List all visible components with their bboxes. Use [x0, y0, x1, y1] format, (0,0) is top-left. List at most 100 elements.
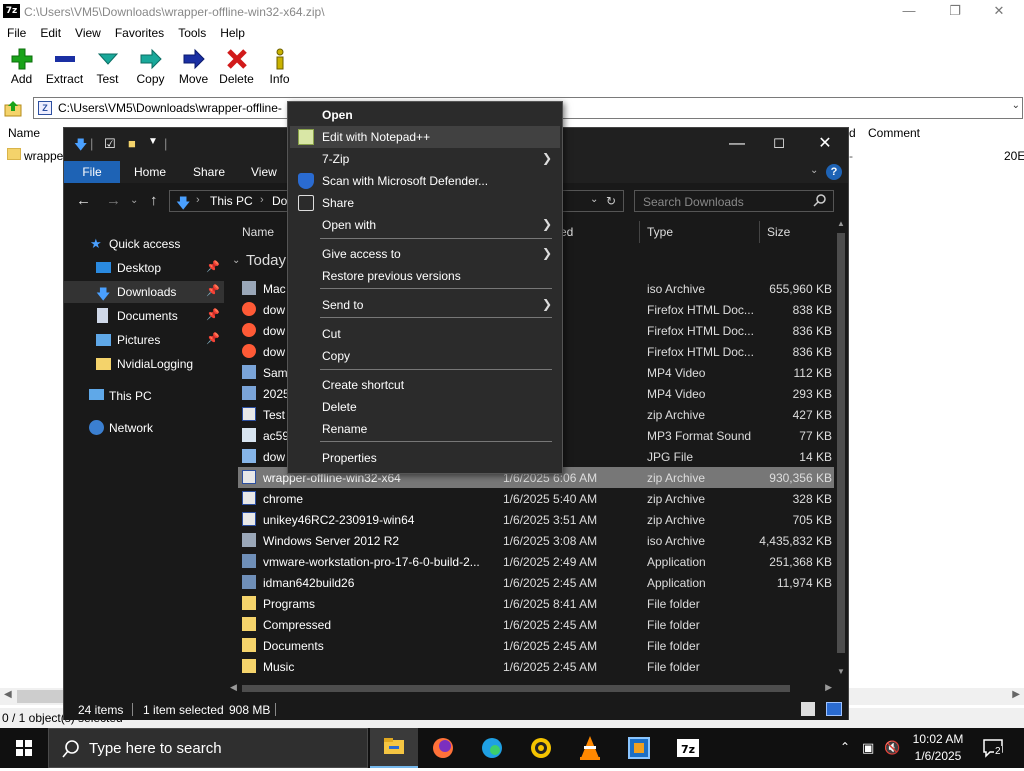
menu-item-restore-previous-versions[interactable]: Restore previous versions [290, 265, 560, 287]
column-fragment[interactable]: d [849, 126, 856, 140]
delete-button[interactable]: Delete [215, 44, 258, 92]
scroll-down-icon[interactable]: ▼ [837, 667, 845, 676]
up-folder-icon[interactable] [4, 99, 22, 117]
taskbar-firefox[interactable] [419, 728, 467, 768]
extract-button[interactable]: Extract [43, 44, 86, 92]
scroll-up-icon[interactable]: ▲ [837, 219, 845, 228]
scroll-right-icon[interactable]: ▶ [825, 682, 832, 693]
7zip-title-bar[interactable]: 7z C:\Users\VM5\Downloads\wrapper-offlin… [0, 0, 1024, 24]
column-divider[interactable] [639, 221, 640, 243]
breadcrumb-this-pc[interactable]: This PC [210, 194, 253, 208]
menu-item-share[interactable]: Share [290, 192, 560, 214]
menu-item-scan-with-microsoft-defender[interactable]: Scan with Microsoft Defender... [290, 170, 560, 192]
menu-help[interactable]: Help [213, 24, 252, 42]
large-icons-view-icon[interactable] [826, 702, 842, 716]
taskbar-app-circle[interactable] [517, 728, 565, 768]
taskbar-virtualbox[interactable] [615, 728, 663, 768]
sidebar-item-network[interactable]: Network [64, 417, 224, 439]
menu-item-rename[interactable]: Rename [290, 418, 560, 440]
menu-item-create-shortcut[interactable]: Create shortcut [290, 374, 560, 396]
sidebar-item-quick-access[interactable]: ★ Quick access [64, 233, 224, 255]
start-button[interactable] [0, 728, 48, 768]
explorer-search-input[interactable]: Search Downloads [634, 190, 834, 212]
column-comment[interactable]: Comment [868, 126, 920, 140]
table-row[interactable]: Windows Server 2012 R2 1/6/2025 3:08 AM is… [238, 530, 836, 551]
restore-button[interactable]: ❐ [932, 0, 978, 24]
recent-dropdown-icon[interactable]: ⌄ [130, 195, 138, 206]
table-row[interactable]: Music 1/6/2025 2:45 AM File folder [238, 656, 836, 677]
explorer-minimize-button[interactable]: — [714, 132, 760, 156]
copy-button[interactable]: Copy [129, 44, 172, 92]
explorer-maximize-button[interactable]: ☐ [756, 132, 802, 156]
scroll-thumb[interactable] [837, 233, 845, 653]
details-view-icon[interactable] [801, 702, 815, 716]
sidebar-item-desktop[interactable]: Desktop 📌 [64, 257, 224, 279]
table-row[interactable]: vmware-workstation-pro-17-6-0-build-2...… [238, 551, 836, 572]
add-button[interactable]: Add [0, 44, 43, 92]
menu-item-send-to[interactable]: Send to ❯ [290, 294, 560, 316]
menu-edit[interactable]: Edit [33, 24, 68, 42]
table-row[interactable]: chrome 1/6/2025 5:40 AM zip Archive 328 KB [238, 488, 836, 509]
explorer-close-button[interactable]: ✕ [802, 132, 848, 156]
taskbar-clock[interactable]: 10:02 AM 1/6/2025 [900, 731, 976, 765]
menu-item-delete[interactable]: Delete [290, 396, 560, 418]
up-icon[interactable]: ↑ [150, 192, 158, 209]
network-tray-icon[interactable]: ▣ [862, 740, 874, 756]
menu-item-cut[interactable]: Cut [290, 323, 560, 345]
explorer-horizontal-scrollbar[interactable]: ◀ ▶ [224, 681, 834, 695]
sidebar-item-pictures[interactable]: Pictures 📌 [64, 329, 224, 351]
properties-quick-icon[interactable]: ☑ [104, 136, 116, 152]
taskbar-file-explorer[interactable] [370, 728, 418, 768]
column-size[interactable]: Size [767, 225, 790, 239]
table-row[interactable]: Compressed 1/6/2025 2:45 AM File folder [238, 614, 836, 635]
sidebar-item-this-pc[interactable]: This PC [64, 385, 224, 407]
explorer-vertical-scrollbar[interactable]: ▲ ▼ [834, 219, 848, 679]
scroll-thumb[interactable] [17, 690, 67, 703]
menu-item-properties[interactable]: Properties [290, 447, 560, 469]
tab-share[interactable]: Share [193, 165, 225, 179]
scroll-thumb[interactable] [242, 685, 790, 692]
scroll-left-icon[interactable]: ◀ [4, 689, 12, 700]
info-button[interactable]: Info [258, 44, 301, 92]
menu-tools[interactable]: Tools [171, 24, 213, 42]
refresh-icon[interactable]: ↻ [606, 194, 616, 208]
notification-center-button[interactable]: 2 [982, 738, 1004, 758]
tab-file[interactable]: File [64, 161, 120, 183]
ribbon-expand-icon[interactable]: ⌄ [810, 165, 818, 176]
sidebar-item-nvidialogging[interactable]: NvidiaLogging [64, 353, 224, 375]
minimize-button[interactable]: — [886, 0, 932, 24]
table-row[interactable]: Documents 1/6/2025 2:45 AM File folder [238, 635, 836, 656]
menu-item-7-zip[interactable]: 7-Zip ❯ [290, 148, 560, 170]
taskbar-vlc[interactable] [566, 728, 614, 768]
table-row[interactable]: Programs 1/6/2025 8:41 AM File folder [238, 593, 836, 614]
taskbar-search-box[interactable]: Type here to search [48, 728, 368, 768]
menu-file[interactable]: File [0, 24, 33, 42]
column-type[interactable]: Type [647, 225, 673, 239]
forward-icon[interactable]: → [106, 192, 121, 209]
scroll-right-icon[interactable]: ▶ [1012, 689, 1020, 700]
menu-favorites[interactable]: Favorites [108, 24, 171, 42]
column-name[interactable]: Name [8, 126, 40, 140]
breadcrumb-current[interactable]: Do [272, 194, 287, 208]
taskbar-7zip[interactable]: 7z [664, 728, 712, 768]
menu-item-edit-with-notepad[interactable]: Edit with Notepad++ [290, 126, 560, 148]
taskbar-edge[interactable] [468, 728, 516, 768]
volume-muted-icon[interactable]: 🔇 [884, 740, 900, 756]
menu-view[interactable]: View [68, 24, 108, 42]
menu-item-open-with[interactable]: Open with ❯ [290, 214, 560, 236]
menu-item-open[interactable]: Open [290, 104, 560, 126]
test-button[interactable]: Test [86, 44, 129, 92]
collapse-chevron-icon[interactable]: ⌄ [232, 255, 240, 266]
menu-item-copy[interactable]: Copy [290, 345, 560, 367]
sidebar-item-documents[interactable]: Documents 📌 [64, 305, 224, 327]
address-dropdown-icon[interactable]: ⌄ [590, 194, 598, 205]
back-icon[interactable]: ← [76, 192, 91, 209]
menu-item-give-access-to[interactable]: Give access to ❯ [290, 243, 560, 265]
tab-home[interactable]: Home [134, 165, 166, 179]
help-icon[interactable]: ? [826, 164, 842, 180]
column-divider[interactable] [759, 221, 760, 243]
sidebar-item-downloads[interactable]: 🡇 Downloads 📌 [64, 281, 224, 303]
table-row[interactable]: idman642build26 1/6/2025 2:45 AM Applicati… [238, 572, 836, 593]
scroll-left-icon[interactable]: ◀ [230, 682, 237, 693]
quick-access-dropdown-icon[interactable]: ▼ [148, 136, 158, 147]
